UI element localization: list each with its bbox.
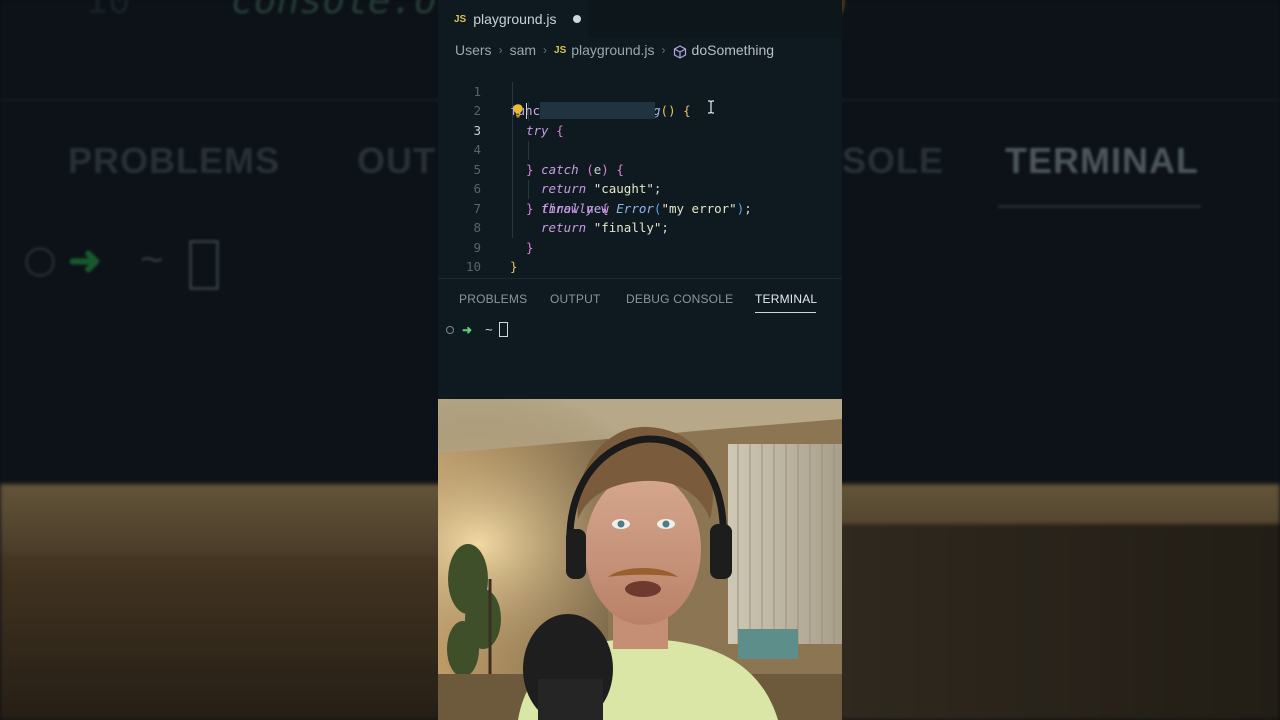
text-cursor [526,103,527,119]
chevron-right-icon: › [543,43,548,57]
breadcrumb-sam[interactable]: sam [510,42,536,58]
breadcrumb-symbol[interactable]: doSomething [692,42,775,58]
lightbulb-icon[interactable] [511,103,525,118]
line-number: 10 [465,259,481,274]
chevron-right-icon: › [498,43,503,57]
code-line: 4 } catch (e) { [438,121,842,177]
editor-tab-bar: JS playground.js [438,0,842,38]
code-line-current: 3 throw new Error("my error"); [438,101,842,216]
chevron-right-icon: › [661,43,666,57]
code-line: 10 console.log(doSomething()) [438,238,842,294]
active-tab-indicator [755,312,816,313]
code-line: 6 } finally { [438,160,842,216]
prompt-directory: ~ [485,322,493,337]
breadcrumb: Users › sam › JS playground.js › doSomet… [438,38,842,62]
selection-highlight [540,102,655,119]
terminal-cursor [498,322,508,337]
tab-output[interactable]: OUTPUT [550,292,601,306]
tab-debug-console[interactable]: DEBUG CONSOLE [626,292,733,306]
tab-problems[interactable]: PROBLEMS [459,292,527,306]
code-line: 7 return "finally"; [438,179,842,236]
mouse-ibeam-icon [708,100,714,114]
tab-filename: playground.js [473,11,557,27]
circle-icon [446,325,454,334]
prompt-arrow-icon: ➜ [462,322,473,337]
editor-window: JS playground.js Users › sam › JS playgr… [438,0,842,720]
code-line: 5 return "caught"; [438,140,842,197]
code-line: 2 try { [438,82,842,138]
breadcrumb-users[interactable]: Users [455,42,492,58]
js-file-icon: JS [454,13,467,25]
code-line: 9 } [438,218,842,275]
code-editor[interactable]: 1 function doSomething() { 2 try { 3 thr… [438,62,842,294]
code-line: 1 function doSomething() { [438,62,842,119]
webcam-video [438,399,842,720]
file-tab-playground[interactable]: JS playground.js [438,0,588,38]
breadcrumb-file[interactable]: playground.js [571,42,654,58]
terminal-prompt[interactable]: ➜ ~ [446,322,508,337]
unsaved-dot-icon[interactable] [572,15,581,23]
presenter-webcam-image [438,399,842,720]
symbol-method-icon [673,45,686,59]
tab-terminal[interactable]: TERMINAL [755,292,817,306]
js-file-icon: JS [554,44,567,56]
bottom-panel: PROBLEMS OUTPUT DEBUG CONSOLE TERMINAL ➜… [438,278,842,400]
code-line: 8 } [438,199,842,255]
